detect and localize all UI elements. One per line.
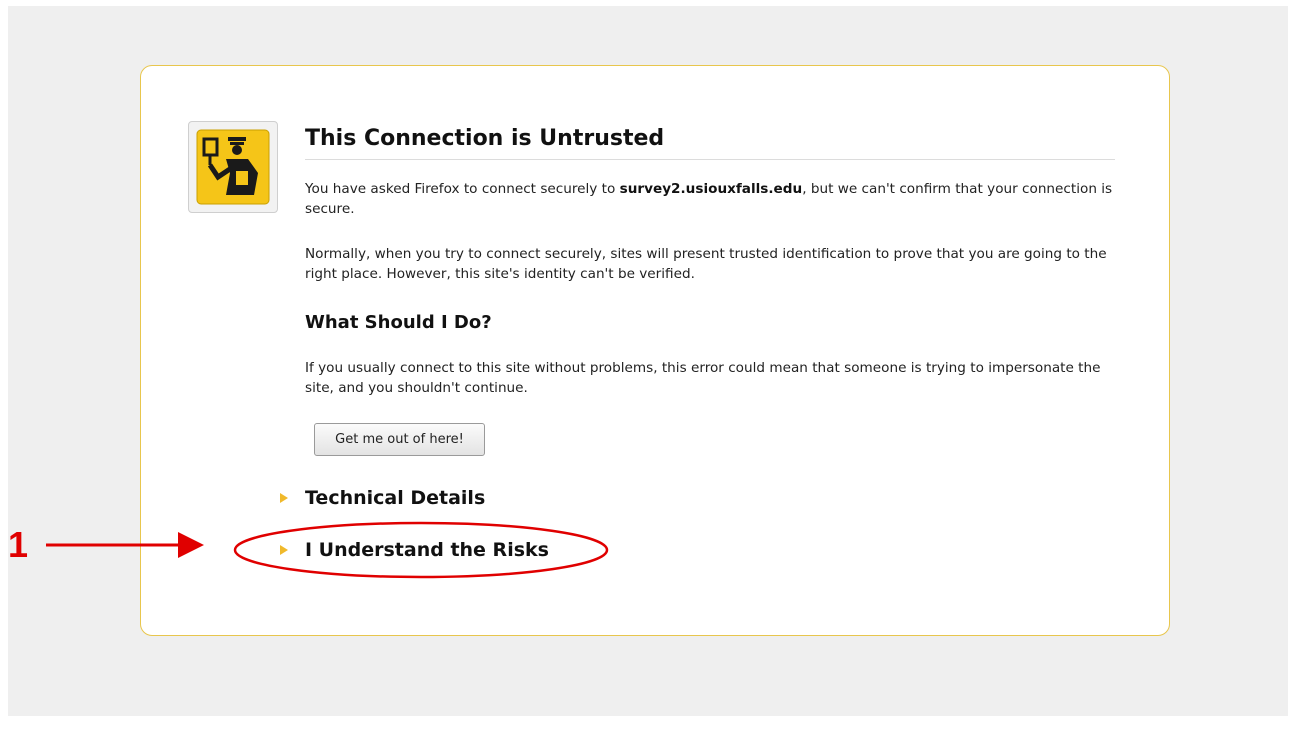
- what-to-do-heading: What Should I Do?: [305, 312, 492, 333]
- page-title: This Connection is Untrusted: [305, 126, 1115, 160]
- what-to-do-text: If you usually connect to this site with…: [305, 360, 1101, 396]
- get-me-out-button[interactable]: Get me out of here!: [314, 423, 485, 456]
- triangle-right-icon: [280, 545, 288, 555]
- intro-text: You have asked Firefox to connect secure…: [305, 179, 1115, 219]
- explanation-text: Normally, when you try to connect secure…: [305, 246, 1107, 282]
- host-name: survey2.usiouxfalls.edu: [619, 181, 803, 197]
- technical-details-expander[interactable]: Technical Details: [280, 483, 485, 513]
- understand-risks-expander[interactable]: I Understand the Risks: [280, 535, 549, 565]
- certificate-officer-icon: [188, 121, 278, 213]
- annotation-number: 1: [8, 524, 29, 565]
- triangle-right-icon: [280, 493, 288, 503]
- technical-details-label: Technical Details: [305, 487, 486, 509]
- understand-risks-label: I Understand the Risks: [305, 539, 549, 561]
- intro-prefix: You have asked Firefox to connect secure…: [305, 181, 620, 197]
